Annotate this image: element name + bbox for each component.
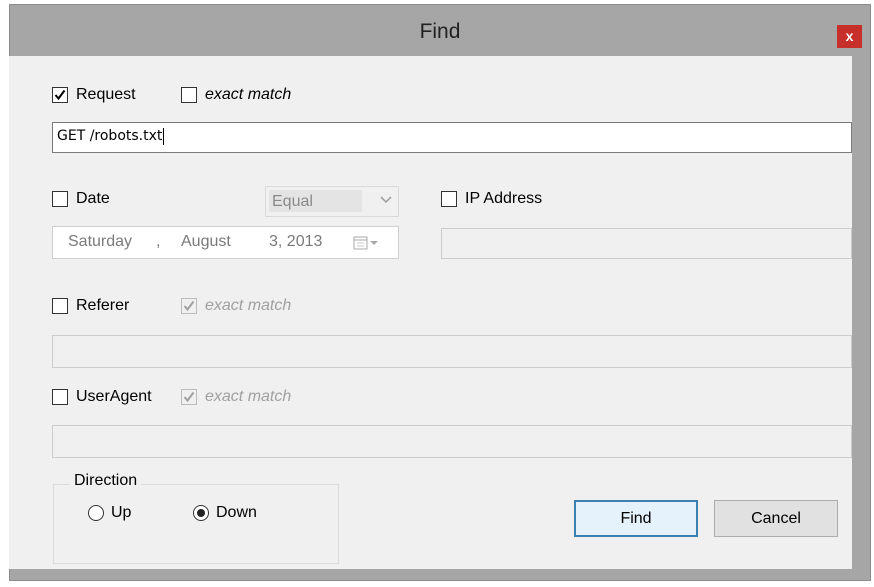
direction-up-radio[interactable] <box>88 505 104 521</box>
referer-exact-match-label[interactable]: exact match <box>205 297 291 315</box>
checkmark-icon <box>183 300 195 312</box>
referer-input[interactable] <box>52 335 852 368</box>
checkmark-icon <box>54 89 66 101</box>
request-exact-match-label[interactable]: exact match <box>205 86 291 104</box>
title-bar[interactable]: Find x <box>10 5 870 60</box>
date-month: August <box>181 233 231 250</box>
ip-address-input[interactable] <box>441 228 852 259</box>
date-day-year: 3, 2013 <box>269 233 323 250</box>
radio-selected-dot <box>197 509 205 517</box>
ip-address-checkbox[interactable] <box>441 191 457 207</box>
useragent-checkbox[interactable] <box>52 389 68 405</box>
chevron-down-icon <box>380 196 392 204</box>
date-operator-value: Equal <box>272 193 313 210</box>
request-input-value: GET /robots.txt <box>57 128 163 144</box>
date-picker[interactable]: Saturday , August 3, 2013 <box>52 226 399 259</box>
direction-down-radio[interactable] <box>193 505 209 521</box>
direction-group-title: Direction <box>70 472 142 490</box>
find-button[interactable]: Find <box>574 500 698 537</box>
date-separator: , <box>156 233 161 250</box>
request-checkbox[interactable] <box>52 87 68 103</box>
referer-checkbox[interactable] <box>52 298 68 314</box>
request-input[interactable]: GET /robots.txt <box>52 122 852 153</box>
useragent-input[interactable] <box>52 425 852 458</box>
request-exact-match-checkbox[interactable] <box>181 87 197 103</box>
calendar-icon[interactable] <box>353 235 381 251</box>
text-caret <box>163 127 165 145</box>
useragent-exact-match-checkbox[interactable] <box>181 389 197 405</box>
direction-up-label[interactable]: Up <box>111 504 131 522</box>
window-title: Find <box>419 20 461 43</box>
direction-down-label[interactable]: Down <box>216 504 257 522</box>
date-checkbox[interactable] <box>52 191 68 207</box>
useragent-label[interactable]: UserAgent <box>76 388 152 406</box>
referer-exact-match-checkbox[interactable] <box>181 298 197 314</box>
date-label[interactable]: Date <box>76 190 110 208</box>
checkmark-icon <box>183 391 195 403</box>
referer-label[interactable]: Referer <box>76 297 129 315</box>
date-operator-select[interactable]: Equal <box>265 186 399 217</box>
close-button[interactable]: x <box>837 25 862 48</box>
useragent-exact-match-label[interactable]: exact match <box>205 388 291 406</box>
ip-address-label[interactable]: IP Address <box>465 190 542 208</box>
cancel-button[interactable]: Cancel <box>714 500 838 537</box>
date-day-name: Saturday <box>68 233 133 250</box>
request-label[interactable]: Request <box>76 86 136 104</box>
direction-group <box>53 484 339 564</box>
